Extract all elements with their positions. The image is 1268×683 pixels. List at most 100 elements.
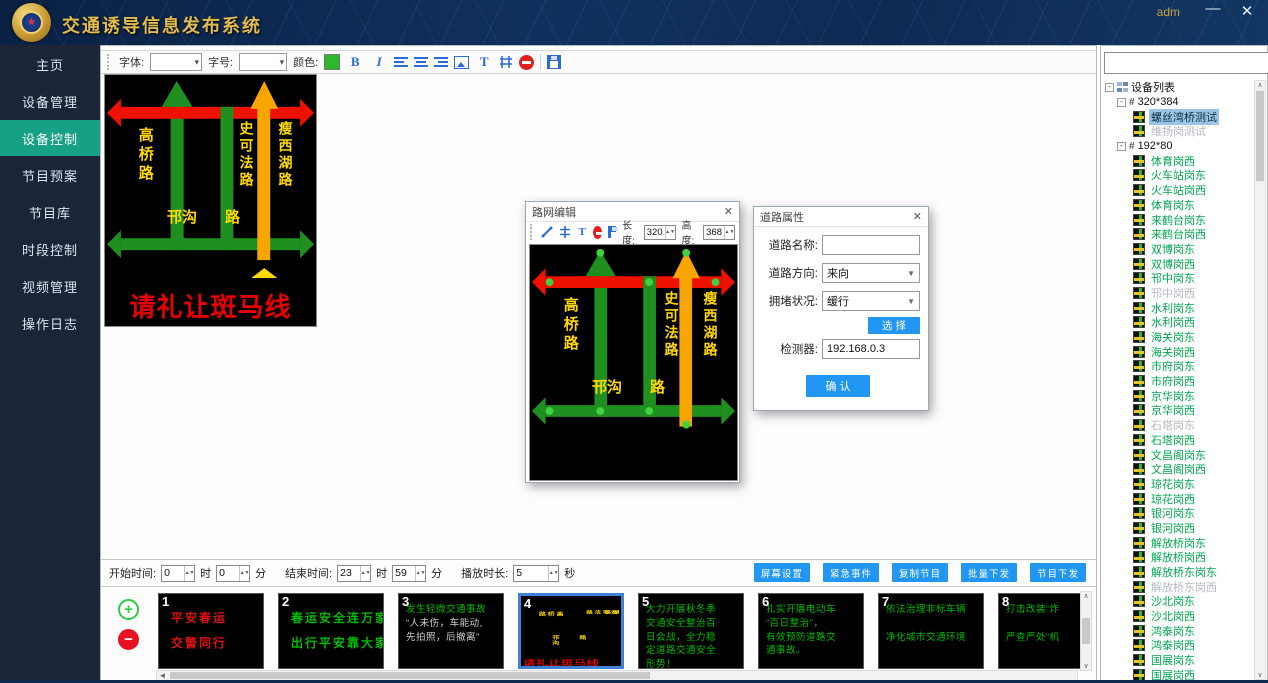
editor-dialog-close-icon[interactable]: ✕ [724, 205, 733, 218]
sidebar-item[interactable]: 视频管理 [0, 268, 100, 304]
insert-image-icon[interactable] [454, 56, 469, 69]
device-item[interactable]: 鸿泰岗西 [1103, 638, 1253, 653]
device-item[interactable]: 解放桥东岗东 [1103, 565, 1253, 580]
stepper-arrows[interactable]: ▲▼ [665, 226, 675, 239]
close-button[interactable]: ✕ [1236, 2, 1258, 20]
device-item[interactable]: 来鹤台岗西 [1103, 227, 1253, 242]
stepper-arrows[interactable]: ▲▼ [184, 566, 194, 581]
device-tree-scrollbar[interactable]: ∧∨ [1254, 80, 1266, 680]
sidebar-item[interactable]: 设备控制 [0, 120, 100, 156]
align-left-icon[interactable] [394, 57, 408, 67]
device-item[interactable]: 沙北岗西 [1103, 609, 1253, 624]
road-label-middle[interactable]: 史可法路 [662, 291, 680, 359]
size-select[interactable]: ▾ [239, 53, 287, 71]
road-network-icon[interactable] [499, 55, 513, 69]
sidebar-item[interactable]: 时段控制 [0, 231, 100, 267]
device-item[interactable]: 市府岗东 [1103, 359, 1253, 374]
device-item[interactable]: 鸿泰岗东 [1103, 623, 1253, 638]
device-item[interactable]: 京华岗东 [1103, 388, 1253, 403]
delete-icon[interactable] [519, 55, 534, 70]
device-item[interactable]: 沙北岗东 [1103, 594, 1253, 609]
sidebar-item[interactable]: 设备管理 [0, 83, 100, 119]
font-select[interactable]: ▾ [150, 53, 202, 71]
action-button[interactable]: 复制节目 [892, 563, 948, 582]
device-item[interactable]: 双博岗东 [1103, 242, 1253, 257]
device-item[interactable]: 体育岗东 [1103, 198, 1253, 213]
remove-program-button[interactable]: − [118, 629, 139, 650]
device-item[interactable]: 双博岗西 [1103, 256, 1253, 271]
tree-group[interactable]: -#192*80 [1103, 139, 1253, 154]
device-item[interactable]: 解放桥岗东 [1103, 535, 1253, 550]
device-item[interactable]: 银河岗西 [1103, 521, 1253, 536]
device-item[interactable]: 水利岗西 [1103, 315, 1253, 330]
props-dialog-titlebar[interactable]: 道路属性 ✕ [754, 207, 928, 227]
congestion-select[interactable]: 缓行▼ [822, 291, 920, 311]
device-item[interactable]: 来鹤台岗东 [1103, 212, 1253, 227]
end-hour-stepper[interactable]: 23▲▼ [337, 565, 371, 582]
duration-stepper[interactable]: 5▲▼ [513, 565, 559, 582]
device-item[interactable]: 邗中岗东 [1103, 271, 1253, 286]
text-tool-button[interactable]: T [577, 225, 587, 239]
playlist-thumbnail[interactable]: 春运安全连万家出行平安靠大家2 [278, 593, 384, 669]
minimize-button[interactable]: — [1202, 0, 1224, 17]
device-item[interactable]: 邗中岗西 [1103, 286, 1253, 301]
device-item[interactable]: 维扬岗测试 [1103, 124, 1253, 139]
length-stepper[interactable]: 320 ▲▼ [644, 225, 676, 240]
text-tool-button[interactable]: T [475, 53, 493, 71]
sidebar-item[interactable]: 主页 [0, 46, 100, 82]
stepper-arrows[interactable]: ▲▼ [724, 226, 734, 239]
save-icon[interactable] [608, 226, 616, 238]
action-button[interactable]: 屏幕设置 [754, 563, 810, 582]
tree-root[interactable]: -设备列表 [1103, 80, 1253, 95]
stepper-arrows[interactable]: ▲▼ [415, 566, 425, 581]
device-item[interactable]: 琼花岗西 [1103, 491, 1253, 506]
search-input[interactable] [1104, 52, 1268, 74]
road-direction-select[interactable]: 来向▼ [822, 263, 920, 283]
playlist-thumbnail[interactable]: 依法治理非标车辆 净化城市交通环境7 [878, 593, 984, 669]
road-cross-icon[interactable] [559, 225, 571, 239]
sidebar-item[interactable]: 操作日志 [0, 305, 100, 341]
sign-preview-canvas[interactable]: 高桥路 史可法路 瘦西湖路 邗沟 路 请礼让斑马线 [104, 74, 317, 327]
align-center-icon[interactable] [414, 57, 428, 67]
bold-button[interactable]: B [346, 53, 364, 71]
playlist-thumbnail[interactable]: 平安春运交警同行1 [158, 593, 264, 669]
playlist-vertical-scrollbar[interactable]: ∧∨ [1080, 591, 1092, 671]
road-label-left[interactable]: 高桥路 [560, 297, 579, 354]
device-item[interactable]: 国展岗西 [1103, 668, 1253, 681]
device-item[interactable]: 京华岗西 [1103, 403, 1253, 418]
end-minute-stepper[interactable]: 59▲▼ [392, 565, 426, 582]
device-item[interactable]: 火车站岗东 [1103, 168, 1253, 183]
device-item[interactable]: 文昌阁岗西 [1103, 462, 1253, 477]
detector-input[interactable]: 192.168.0.3 [822, 339, 920, 359]
save-icon[interactable] [547, 55, 561, 69]
device-item[interactable]: 石塔岗西 [1103, 433, 1253, 448]
add-program-button[interactable]: + [118, 599, 139, 620]
start-minute-stepper[interactable]: 0▲▼ [216, 565, 250, 582]
sidebar-item[interactable]: 节目库 [0, 194, 100, 230]
start-hour-stepper[interactable]: 0▲▼ [161, 565, 195, 582]
tree-expander[interactable]: - [1105, 83, 1114, 92]
tree-group[interactable]: -#320*384 [1103, 95, 1253, 110]
tree-expander[interactable]: - [1117, 142, 1126, 151]
draw-line-icon[interactable] [541, 225, 553, 239]
device-item[interactable]: 海关岗东 [1103, 330, 1253, 345]
align-right-icon[interactable] [434, 57, 448, 67]
playlist-thumbnail[interactable]: 扎实开展电动车“百日整治”，有效预防道路交通事故。6 [758, 593, 864, 669]
sidebar-item[interactable]: 节目预案 [0, 157, 100, 193]
device-item[interactable]: 解放桥岗西 [1103, 550, 1253, 565]
device-item[interactable]: 文昌阁岗东 [1103, 447, 1253, 462]
action-button[interactable]: 批量下发 [961, 563, 1017, 582]
logged-in-user[interactable]: adm [1157, 5, 1180, 19]
height-stepper[interactable]: 368 ▲▼ [703, 225, 735, 240]
editor-canvas[interactable]: 高桥路 史可法路 瘦西湖路 邗沟 路 [529, 244, 738, 481]
playlist-thumbnail[interactable]: 大力开展秋冬季交通安全整治百日会战，全力稳定道路交通安全形势！5 [638, 593, 744, 669]
stepper-arrows[interactable]: ▲▼ [239, 566, 249, 581]
device-item[interactable]: 琼花岗东 [1103, 477, 1253, 492]
road-label-bottom-2[interactable]: 路 [650, 379, 665, 398]
device-item[interactable]: 水利岗东 [1103, 300, 1253, 315]
action-button[interactable]: 紧急事件 [823, 563, 879, 582]
device-item[interactable]: 体育岗西 [1103, 153, 1253, 168]
tree-expander[interactable]: - [1117, 98, 1126, 107]
action-button[interactable]: 节目下发 [1030, 563, 1086, 582]
device-item[interactable]: 市府岗西 [1103, 374, 1253, 389]
